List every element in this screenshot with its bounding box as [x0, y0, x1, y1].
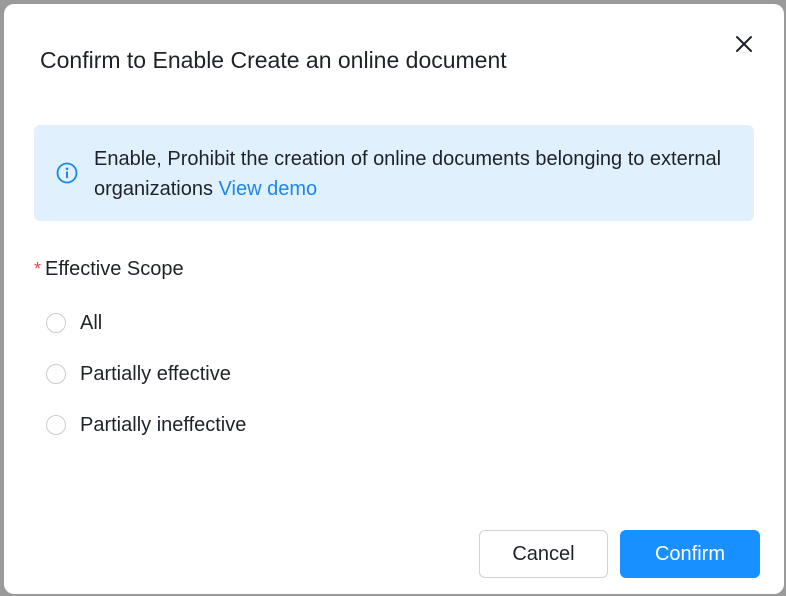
- confirm-dialog: Confirm to Enable Create an online docum…: [4, 4, 784, 594]
- dialog-title: Confirm to Enable Create an online docum…: [40, 47, 507, 73]
- close-button[interactable]: [730, 30, 758, 58]
- radio-label: Partially effective: [80, 363, 231, 385]
- confirm-button[interactable]: Confirm: [620, 530, 760, 578]
- view-demo-link[interactable]: View demo: [219, 178, 318, 200]
- radio-label: All: [80, 312, 103, 334]
- effective-scope-label: * Effective Scope: [34, 256, 184, 282]
- scope-label-text: Effective Scope: [45, 258, 184, 280]
- radio-button[interactable]: [46, 364, 66, 384]
- info-message: Enable, Prohibit the creation of online …: [94, 144, 734, 204]
- cancel-button[interactable]: Cancel: [479, 530, 608, 578]
- required-mark: *: [34, 259, 42, 279]
- radio-option-all[interactable]: All: [46, 310, 102, 336]
- radio-option-partially-ineffective[interactable]: Partially ineffective: [46, 412, 246, 438]
- radio-label: Partially ineffective: [80, 414, 247, 436]
- radio-button[interactable]: [46, 415, 66, 435]
- radio-button[interactable]: [46, 313, 66, 333]
- radio-option-partially-effective[interactable]: Partially effective: [46, 361, 231, 387]
- info-text: Enable, Prohibit the creation of online …: [94, 148, 722, 200]
- close-icon: [736, 36, 752, 52]
- info-banner: Enable, Prohibit the creation of online …: [34, 125, 754, 221]
- info-icon: [56, 162, 78, 184]
